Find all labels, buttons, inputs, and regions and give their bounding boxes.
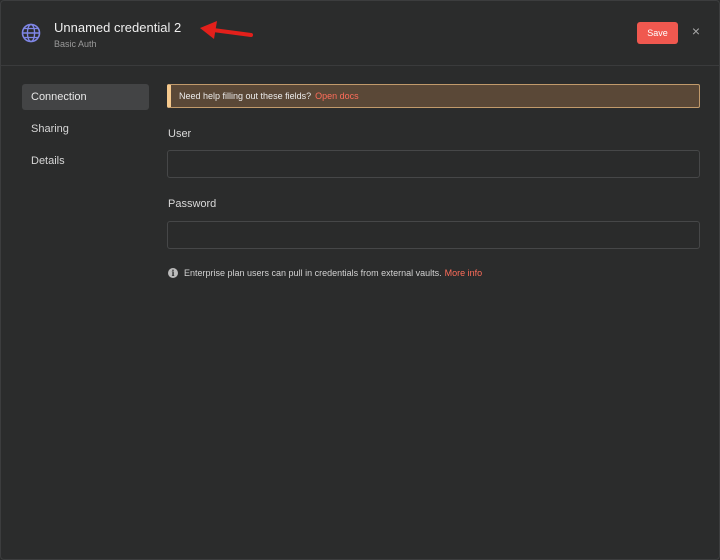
sidebar-item-connection[interactable]: Connection xyxy=(22,84,149,110)
password-label: Password xyxy=(168,198,217,210)
credential-title[interactable]: Unnamed credential 2 xyxy=(54,20,181,35)
help-banner-text: Need help filling out these fields? xyxy=(179,91,312,101)
user-input[interactable] xyxy=(167,150,700,178)
sidebar-item-sharing[interactable]: Sharing xyxy=(22,116,149,142)
user-label: User xyxy=(168,128,192,140)
info-icon: i xyxy=(168,268,178,278)
credential-type: Basic Auth xyxy=(54,39,97,49)
vault-info: i Enterprise plan users can pull in cred… xyxy=(168,268,482,278)
password-input[interactable] xyxy=(167,221,700,249)
globe-icon xyxy=(21,23,41,43)
sidebar-nav: Connection Sharing Details xyxy=(22,84,149,180)
more-info-link[interactable]: More info xyxy=(445,268,483,278)
help-banner: Need help filling out these fields? Open … xyxy=(167,84,700,108)
red-arrow-icon xyxy=(200,21,253,39)
sidebar-item-details[interactable]: Details xyxy=(22,148,149,174)
modal-header: Unnamed credential 2 Basic Auth Save × xyxy=(1,1,719,66)
vault-info-text: Enterprise plan users can pull in creden… xyxy=(184,268,442,278)
close-icon[interactable]: × xyxy=(689,23,703,39)
credential-modal: Unnamed credential 2 Basic Auth Save × C… xyxy=(0,0,720,560)
open-docs-link[interactable]: Open docs xyxy=(315,91,359,101)
save-button[interactable]: Save xyxy=(637,22,678,44)
